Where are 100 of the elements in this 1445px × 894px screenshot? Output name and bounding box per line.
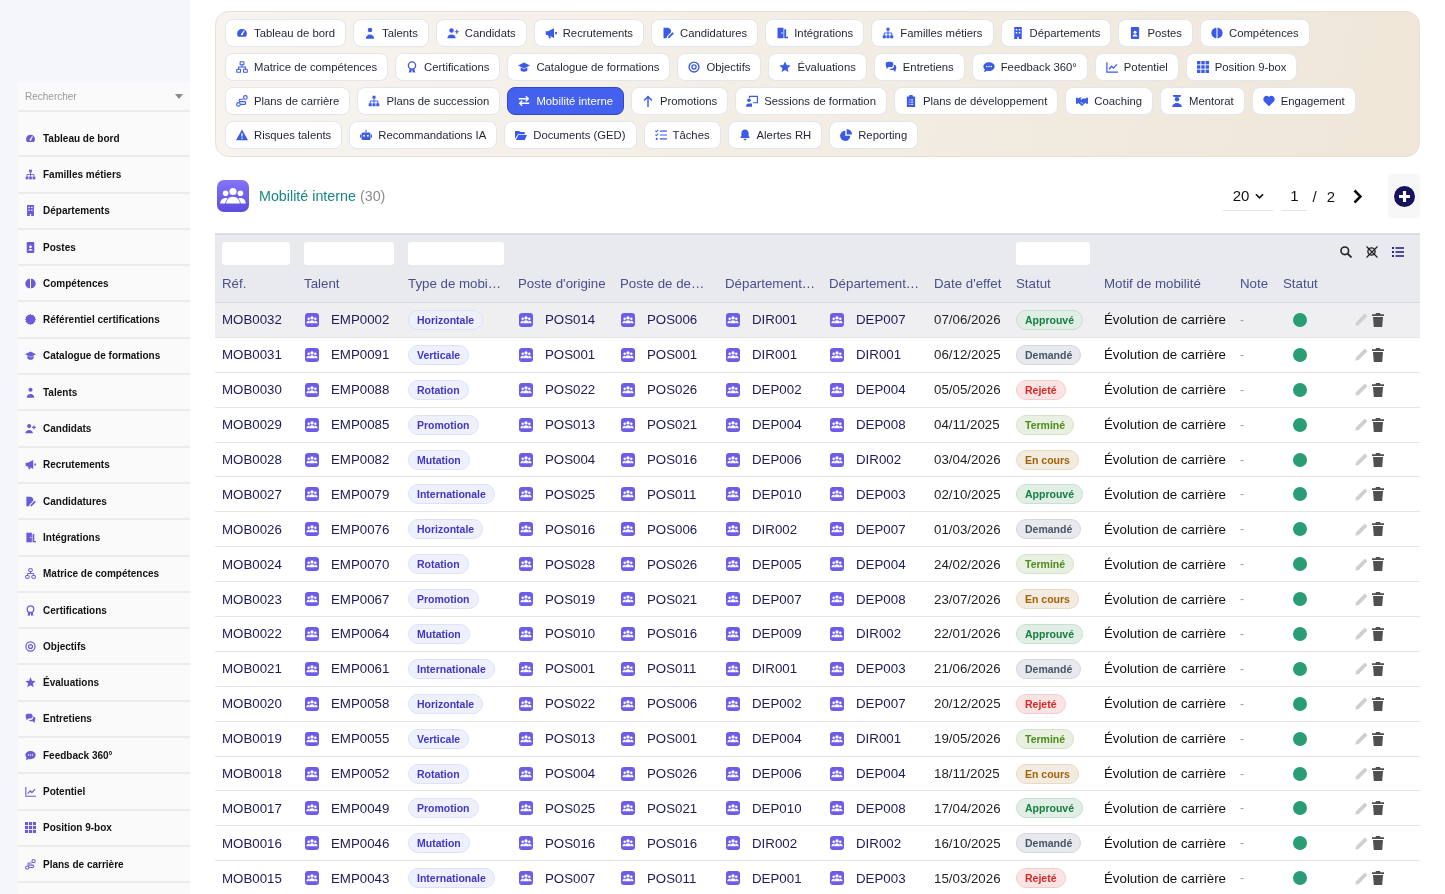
caret-down-icon[interactable] [175, 93, 183, 99]
trash-icon[interactable] [1372, 766, 1384, 781]
nav-tab[interactable]: Tâches [643, 121, 721, 149]
nav-tab[interactable]: Tableau de bord [225, 19, 347, 47]
nav-tab[interactable]: Objectifs [677, 53, 762, 81]
trash-icon[interactable] [1372, 487, 1384, 502]
nav-tab[interactable]: Alertes RH [727, 121, 823, 149]
trash-icon[interactable] [1372, 696, 1384, 711]
search-icon[interactable] [1340, 246, 1352, 258]
people-icon [519, 592, 533, 607]
column-header: Talent [303, 276, 341, 291]
nav-tab[interactable]: Feedback 360° [971, 53, 1088, 81]
nav-tab[interactable]: Plans de développement [893, 87, 1059, 115]
nav-tab[interactable]: Candidatures [651, 19, 759, 47]
trash-icon[interactable] [1372, 522, 1384, 537]
list-icon[interactable] [1392, 246, 1404, 258]
nav-tab[interactable]: Reporting [829, 121, 919, 149]
sidebar-item[interactable]: Intégrations [18, 520, 190, 557]
nav-tab[interactable]: Certifications [395, 53, 501, 81]
people-icon [726, 557, 740, 572]
people-icon [305, 557, 319, 572]
sidebar-item[interactable]: Candidats [18, 411, 190, 448]
sidebar-item[interactable]: Matrice de compétences [18, 556, 190, 593]
nav-tab[interactable]: Postes [1118, 19, 1193, 47]
people-icon [830, 871, 844, 886]
page-input[interactable]: 1 [1281, 181, 1308, 211]
sidebar-item[interactable]: Potentiel [18, 774, 190, 811]
nav-tab[interactable]: Mentorat [1160, 87, 1245, 115]
nav-tab[interactable]: Mobilité interne [507, 87, 624, 115]
trash-icon[interactable] [1372, 801, 1384, 816]
sidebar-item[interactable]: Postes [18, 229, 190, 267]
sidebar-item[interactable]: Recrutements [18, 447, 190, 484]
sidebar-item[interactable]: Certifications [18, 592, 190, 630]
trash-icon[interactable] [1372, 347, 1384, 362]
nav-tab[interactable]: Catalogue de formations [507, 53, 671, 81]
table-cell: POS013 [545, 417, 596, 433]
trash-icon[interactable] [1372, 452, 1384, 467]
sidebar-item[interactable]: Feedback 360° [18, 738, 190, 775]
sidebar-item[interactable]: Départements [18, 193, 190, 230]
nav-tab[interactable]: Coaching [1065, 87, 1154, 115]
nav-tab[interactable]: Entretiens [873, 53, 965, 81]
nav-tab[interactable]: Potentiel [1094, 53, 1179, 81]
nav-tab[interactable]: Promotions [631, 87, 729, 115]
table-cell: DEP010 [752, 486, 802, 502]
trash-icon[interactable] [1372, 592, 1384, 607]
sidebar-item[interactable]: Plans de carrière [18, 846, 190, 884]
network-icon [25, 568, 36, 580]
people-icon [830, 801, 844, 816]
table-cell: POS016 [545, 521, 596, 537]
sidebar-item[interactable]: Candidatures [18, 483, 190, 521]
nav-tab[interactable]: Documents (GED) [504, 121, 637, 149]
table-cell: MOB0031 [222, 347, 282, 363]
trash-icon[interactable] [1372, 557, 1384, 572]
sidebar-item[interactable]: Talents [18, 375, 190, 412]
nav-tab[interactable]: Départements [1000, 19, 1112, 47]
search-off-icon[interactable] [1366, 246, 1378, 258]
next-page-button[interactable] [1353, 188, 1362, 204]
nav-tab[interactable]: Intégrations [765, 19, 865, 47]
sidebar-item[interactable]: Évaluations [18, 665, 190, 702]
nav-tab[interactable]: Talents [353, 19, 429, 47]
sidebar-item[interactable]: Entretiens [18, 701, 190, 739]
sidebar-item[interactable]: Familles métiers [18, 157, 190, 194]
people-icon [726, 766, 740, 781]
nav-tab[interactable]: Candidats [435, 19, 527, 47]
nav-tab[interactable]: Recrutements [533, 19, 645, 47]
trash-icon[interactable] [1372, 382, 1384, 397]
table-cell: DEP001 [752, 870, 802, 886]
nav-tab[interactable]: Évaluations [768, 53, 867, 81]
page-size-select[interactable]: 20 [1223, 181, 1274, 211]
trash-icon[interactable] [1372, 731, 1384, 746]
sidebar-item[interactable]: Catalogue de formations [18, 338, 190, 376]
nav-tab[interactable]: Engagement [1251, 87, 1356, 115]
user-plus-icon [25, 423, 36, 434]
trash-icon[interactable] [1372, 626, 1384, 641]
trash-icon[interactable] [1372, 417, 1384, 432]
table-cell: POS011 [647, 870, 697, 886]
sidebar-item[interactable]: Tableau de bord [18, 121, 190, 158]
nav-tab[interactable]: Risques talents [225, 121, 343, 149]
search-field[interactable]: Rechercher [25, 88, 169, 104]
nav-tab[interactable]: Recommandations IA [349, 121, 498, 149]
nav-tab[interactable]: Plans de carrière [225, 87, 351, 115]
sidebar-item[interactable]: Compétences [18, 266, 190, 303]
table-cell: 07/06/2026 [934, 312, 1001, 328]
sidebar-item[interactable]: Objectifs [18, 629, 190, 666]
add-button[interactable] [1388, 174, 1420, 218]
sidebar-item[interactable]: Référentiel certifications [18, 302, 190, 339]
nav-tab[interactable]: Position 9-box [1185, 53, 1298, 81]
nav-tab[interactable]: Sessions de formation [735, 87, 887, 115]
column-header: Date d'effet [933, 276, 1003, 291]
people-icon [305, 661, 319, 676]
nav-tab[interactable]: Compétences [1200, 19, 1310, 47]
nav-tab[interactable]: Familles métiers [871, 19, 994, 47]
sidebar-item[interactable]: Position 9-box [18, 810, 190, 847]
nav-tab[interactable]: Matrice de compétences [225, 53, 389, 81]
table-cell: DEP006 [752, 766, 802, 781]
trash-icon[interactable] [1372, 836, 1384, 851]
nav-tab[interactable]: Plans de succession [357, 87, 501, 115]
trash-icon[interactable] [1372, 312, 1384, 327]
trash-icon[interactable] [1372, 871, 1384, 886]
trash-icon[interactable] [1372, 661, 1384, 676]
